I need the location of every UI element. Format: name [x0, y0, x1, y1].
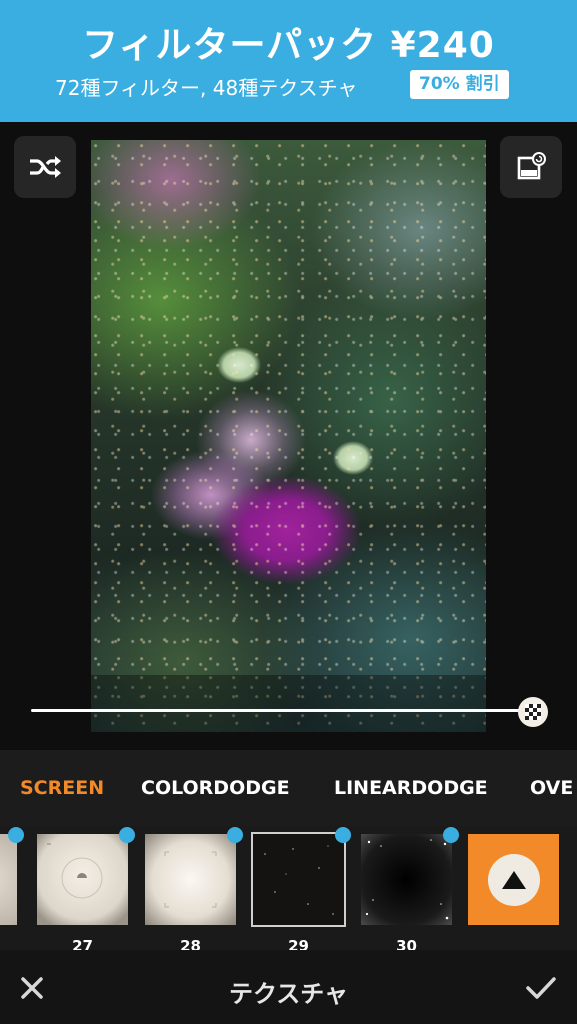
selected-dot [227, 827, 243, 843]
photo-bottom-shade [91, 675, 486, 732]
shuffle-button[interactable] [14, 136, 76, 198]
discount-badge: 70% 割引 [410, 70, 509, 99]
selected-dot [8, 827, 24, 843]
texture-number: 30 [396, 937, 417, 950]
editor-area [0, 122, 577, 750]
texture-thumb-partial[interactable] [0, 827, 24, 925]
confirm-button[interactable] [521, 970, 561, 1006]
checker-icon [525, 704, 541, 720]
selected-dot [335, 827, 351, 843]
texture-strip: 27 28 29 30 [0, 826, 577, 950]
texture-thumb-28[interactable]: 28 [145, 827, 243, 950]
texture-thumb-29[interactable]: 29 [251, 827, 351, 950]
texture-number: 27 [72, 937, 93, 950]
shuffle-icon [30, 156, 61, 178]
texture-image [0, 834, 17, 925]
rotate-frame-button[interactable] [500, 136, 562, 198]
intensity-slider-knob[interactable] [518, 697, 548, 727]
texture-number: 29 [288, 937, 309, 950]
photo-preview[interactable] [91, 140, 486, 732]
promo-banner[interactable]: フィルターパック ¥240 72種フィルター, 48種テクスチャ 70% 割引 [0, 0, 577, 122]
triangle-up-icon [501, 870, 526, 889]
intensity-slider-track[interactable] [31, 709, 533, 712]
blend-mode-bar: SCREEN COLORDODGE LINEARDODGE OVE [0, 750, 577, 826]
texture-thumb-30[interactable]: 30 [361, 827, 459, 950]
checkmark-icon [526, 977, 556, 999]
texture-overlay [91, 140, 486, 732]
blend-mode-screen[interactable]: SCREEN [20, 777, 104, 799]
texture-image [37, 834, 128, 925]
texture-image [361, 834, 452, 925]
expand-circle [487, 853, 540, 906]
blend-mode-overlay[interactable]: OVE [530, 777, 573, 799]
promo-title: フィルターパック ¥240 [82, 25, 495, 66]
selected-dot [443, 827, 459, 843]
selected-dot [119, 827, 135, 843]
blend-mode-lineardodge[interactable]: LINEARDODGE [334, 777, 488, 799]
promo-subtitle: 72種フィルター, 48種テクスチャ [55, 76, 358, 100]
texture-number: 28 [180, 937, 201, 950]
blend-mode-colordodge[interactable]: COLORDODGE [141, 777, 290, 799]
rotate-frame-icon [517, 152, 546, 180]
texture-image [145, 834, 236, 925]
texture-image [253, 834, 344, 925]
panel-title: テクスチャ [228, 980, 349, 1008]
bottom-toolbar: テクスチャ [0, 950, 577, 1024]
expand-textures-button[interactable] [468, 834, 559, 925]
texture-thumb-27[interactable]: 27 [37, 827, 135, 950]
